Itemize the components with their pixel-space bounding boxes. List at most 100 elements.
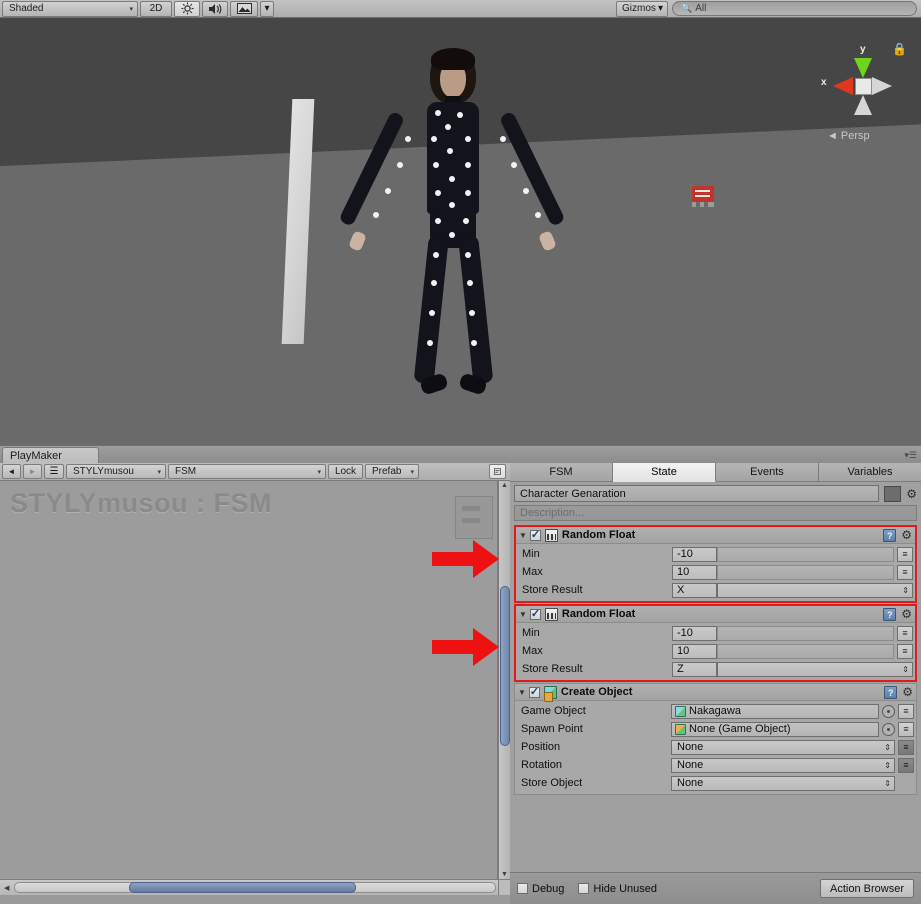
help-icon[interactable]: ? [884, 685, 898, 699]
gizmo-negx-axis-cone[interactable] [872, 77, 892, 95]
scene-axis-gizmo[interactable]: 🔒 y x ◄ Persp [815, 40, 911, 148]
horizontal-scroll-thumb[interactable] [129, 882, 356, 893]
perspective-toggle[interactable]: ◄ Persp [827, 130, 870, 142]
tab-playmaker[interactable]: PlayMaker [2, 447, 99, 464]
prefab-dropdown[interactable]: Prefab ▾ [365, 464, 419, 479]
debug-checkbox-row[interactable]: Debug [517, 883, 564, 895]
field-variable-dropdown[interactable]: ⇕ [717, 661, 913, 677]
spawn-point-field[interactable]: None (Game Object) [671, 721, 879, 737]
debug-checkbox[interactable] [517, 883, 528, 894]
help-icon[interactable]: ? [883, 528, 897, 542]
game-object-selector[interactable]: STYLYmusou ▾ [66, 464, 166, 479]
scene-viewport[interactable]: 🔒 y x ◄ Persp [0, 18, 921, 445]
action-enabled-checkbox[interactable] [529, 607, 541, 620]
tab-variables[interactable]: Variables [819, 463, 921, 482]
action-random-float-z[interactable]: ▼ Random Float ? ⚙ Min -10 ≡ Max 1 [514, 604, 917, 682]
playmaker-menu-button[interactable]: ☰ [44, 464, 64, 479]
action-header[interactable]: ▼ Random Float ? ⚙ [516, 606, 915, 623]
field-variable-dropdown[interactable]: ⇕ [717, 582, 913, 598]
character-torso [427, 102, 479, 214]
field-value: None (Game Object) [689, 723, 791, 735]
field-value-input[interactable]: -10 [672, 546, 717, 562]
field-value-input[interactable]: 10 [672, 564, 717, 580]
mocap-marker [457, 112, 463, 118]
action-browser-button[interactable]: Action Browser [820, 879, 914, 898]
field-variable-input[interactable]: Z [672, 661, 717, 677]
gear-icon[interactable]: ⚙ [906, 488, 917, 500]
nav-back-button[interactable]: ◄ [2, 464, 21, 479]
field-slider-track[interactable] [717, 625, 894, 641]
field-options-button[interactable]: ≡ [897, 643, 913, 659]
lighting-toggle-button[interactable] [174, 0, 200, 17]
state-name-input[interactable]: Character Genaration [514, 485, 880, 502]
action-header[interactable]: ▼ Create Object ? ⚙ [515, 684, 916, 702]
lock-icon[interactable]: 🔒 [892, 42, 907, 56]
field-options-button[interactable]: ≡ [898, 739, 914, 755]
gizmos-label: Gizmos [622, 3, 656, 14]
tab-state[interactable]: State [613, 463, 716, 482]
hide-unused-checkbox-row[interactable]: Hide Unused [578, 883, 657, 895]
store-object-dropdown[interactable]: None ⇕ [671, 775, 895, 791]
field-options-button[interactable]: ≡ [897, 546, 913, 562]
window-menu-icon[interactable]: ▾☰ [904, 450, 917, 461]
field-options-button[interactable]: ≡ [898, 721, 914, 737]
lock-button[interactable]: Lock [328, 464, 363, 479]
draw-mode-dropdown[interactable]: Shaded ▾ [2, 0, 138, 17]
scene-search-input[interactable]: 🔍 All [672, 1, 917, 16]
action-create-object[interactable]: ▼ Create Object ? ⚙ Game Object Nakagawa [514, 683, 917, 795]
fsm-graph-vertical-scrollbar[interactable]: ▲ ▼ [498, 481, 510, 879]
gizmo-negy-axis-cone[interactable] [854, 95, 872, 115]
help-icon[interactable]: ? [883, 607, 897, 621]
gear-icon[interactable]: ⚙ [901, 529, 912, 541]
gear-icon[interactable]: ⚙ [902, 686, 913, 698]
game-object-field[interactable]: Nakagawa [671, 703, 879, 719]
scroll-up-icon[interactable]: ▲ [501, 482, 508, 489]
action-random-float-x[interactable]: ▼ Random Float ? ⚙ Min -10 ≡ Max 1 [514, 525, 917, 603]
field-slider-track[interactable] [717, 564, 894, 580]
fsm-selector[interactable]: FSM ▾ [168, 464, 326, 479]
nav-forward-button[interactable]: ► [23, 464, 42, 479]
gizmo-y-axis-cone[interactable] [854, 58, 872, 78]
minimap-toggle-button[interactable] [489, 464, 506, 479]
rotation-dropdown[interactable]: None ⇕ [671, 757, 895, 773]
object-picker-icon[interactable] [882, 704, 895, 718]
toggle-2d-button[interactable]: 2D [140, 0, 172, 17]
scroll-down-icon[interactable]: ▼ [501, 871, 508, 878]
fsm-graph-minimap[interactable] [455, 496, 493, 539]
gear-icon[interactable]: ⚙ [901, 608, 912, 620]
scroll-left-icon[interactable]: ◀ [4, 884, 9, 892]
gizmo-x-axis-cone[interactable] [833, 77, 853, 95]
field-options-button[interactable]: ≡ [897, 564, 913, 580]
action-body: Min -10 ≡ Max 10 ≡ Store Result X ⇕ [516, 544, 915, 601]
action-enabled-checkbox[interactable] [528, 685, 540, 698]
fsm-graph-canvas[interactable]: STYLYmusou : FSM START State 1 FINISHED … [0, 481, 498, 879]
effects-toggle-button[interactable] [230, 0, 258, 17]
hide-unused-checkbox[interactable] [578, 883, 590, 894]
field-value-input[interactable]: -10 [672, 625, 717, 641]
effects-dropdown-button[interactable]: ▾ [260, 0, 274, 17]
position-dropdown[interactable]: None ⇕ [671, 739, 895, 755]
gizmos-dropdown[interactable]: Gizmos ▾ [616, 0, 668, 17]
tab-events[interactable]: Events [716, 463, 819, 482]
action-body: Game Object Nakagawa ≡ Spawn Point None … [515, 701, 916, 794]
action-enabled-checkbox[interactable] [529, 528, 541, 541]
audio-toggle-button[interactable] [202, 0, 228, 17]
field-value-input[interactable]: 10 [672, 643, 717, 659]
gizmo-center-cube[interactable] [855, 78, 872, 95]
state-color-swatch[interactable] [884, 485, 902, 502]
fsm-graph-horizontal-scrollbar[interactable]: ◀ ▶ [0, 879, 510, 895]
field-options-button[interactable]: ≡ [898, 757, 914, 773]
foldout-icon[interactable]: ▼ [519, 610, 527, 619]
field-variable-input[interactable]: X [672, 582, 717, 598]
foldout-icon[interactable]: ▼ [519, 531, 527, 540]
field-options-button[interactable]: ≡ [898, 703, 914, 719]
foldout-icon[interactable]: ▼ [518, 688, 526, 697]
action-header[interactable]: ▼ Random Float ? ⚙ [516, 527, 915, 544]
field-slider-track[interactable] [717, 546, 894, 562]
field-slider-track[interactable] [717, 643, 894, 659]
tab-fsm[interactable]: FSM [510, 463, 613, 482]
state-description-input[interactable]: Description... [514, 505, 917, 521]
vertical-scroll-thumb[interactable] [500, 586, 510, 746]
field-options-button[interactable]: ≡ [897, 625, 913, 641]
object-picker-icon[interactable] [882, 722, 895, 736]
